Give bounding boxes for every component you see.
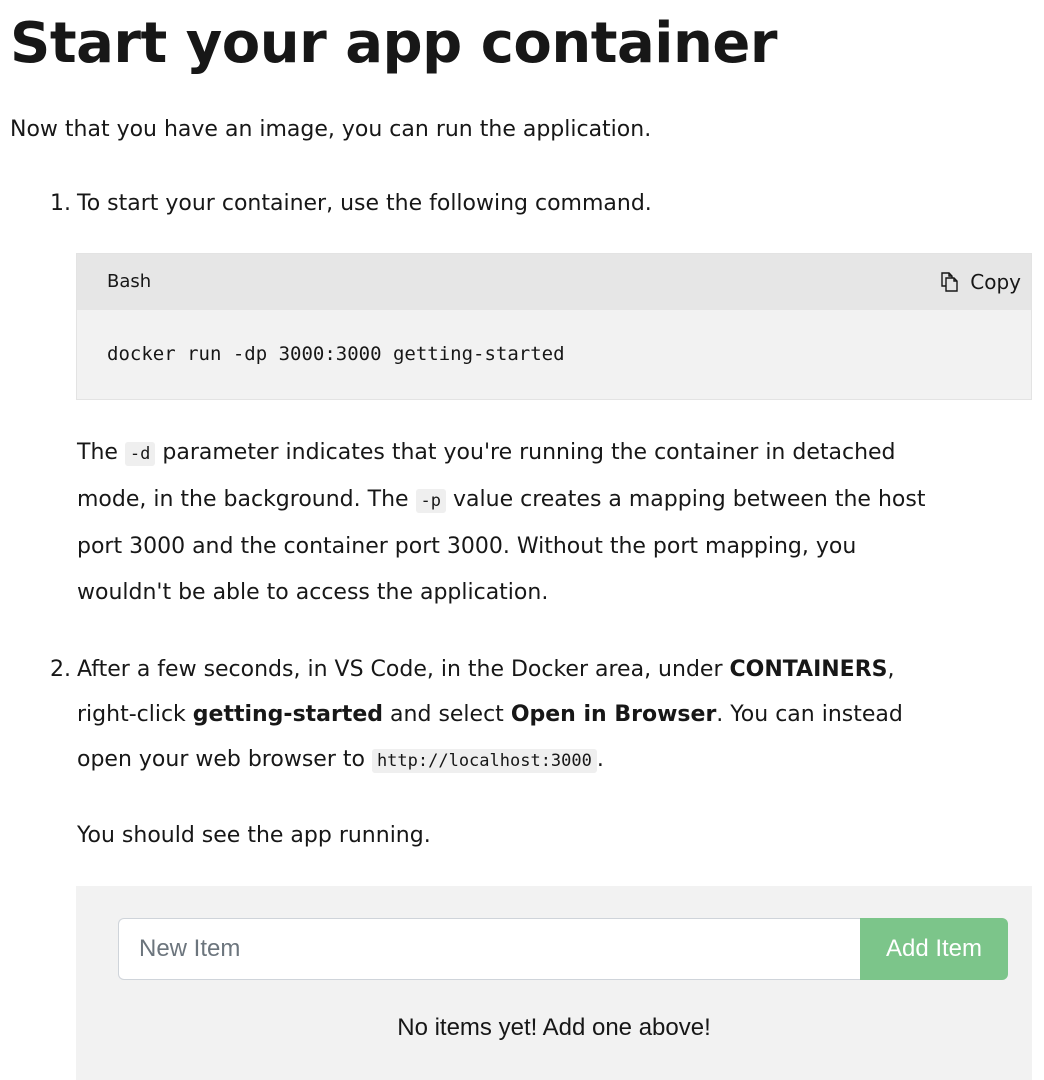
step-2-text-part: and select: [383, 702, 511, 727]
step-1-text: To start your container, use the followi…: [77, 191, 652, 216]
step-2-text-part: ,: [887, 657, 895, 682]
empty-items-message: No items yet! Add one above!: [397, 1014, 711, 1041]
copy-button[interactable]: Copy: [940, 268, 1021, 296]
explanation-line-3: port 3000 and the container port 3000. W…: [77, 534, 857, 559]
copy-label: Copy: [970, 270, 1021, 294]
explanation-line-4: wouldn't be able to access the applicati…: [77, 580, 549, 605]
localhost-url: http://localhost:3000: [371, 749, 597, 773]
explanation-line-2: mode, in the background. The -p value cr…: [77, 477, 1037, 524]
step-2-text-part: .: [596, 747, 604, 772]
page-title: Start your app container: [10, 11, 777, 76]
open-in-browser-label: Open in Browser: [510, 702, 717, 727]
containers-label: CONTAINERS: [729, 657, 888, 682]
new-item-input[interactable]: [118, 918, 860, 980]
step-2-text-part: open your web browser to: [77, 747, 372, 772]
explanation-text: mode, in the background. The: [77, 487, 416, 512]
explanation-line-1: The -d parameter indicates that you're r…: [77, 430, 1037, 477]
inline-code-p: -p: [415, 489, 447, 513]
explanation-text: The: [77, 440, 125, 465]
step-2-line-1: After a few seconds, in VS Code, in the …: [77, 647, 1037, 692]
code-content: docker run -dp 3000:3000 getting-started: [107, 343, 565, 365]
step-2-text-part: After a few seconds, in VS Code, in the …: [77, 657, 730, 682]
code-block-header: Bash Copy: [77, 254, 1031, 310]
step-1-explanation: The -d parameter indicates that you're r…: [77, 430, 1037, 616]
step-2-number: 2.: [50, 657, 71, 682]
code-block: Bash Copy docker run -dp 3000:3000 getti…: [76, 253, 1032, 400]
step-2-text-part: right-click: [77, 702, 193, 727]
step-2-text: After a few seconds, in VS Code, in the …: [77, 647, 1037, 784]
explanation-text: parameter indicates that you're running …: [155, 440, 896, 465]
step-2-line-3: open your web browser to http://localhos…: [77, 737, 1037, 784]
code-language-label: Bash: [107, 271, 152, 292]
app-preview: Add Item No items yet! Add one above!: [76, 886, 1032, 1080]
explanation-text: value creates a mapping between the host: [446, 487, 926, 512]
step-2-line-2: right-click getting-started and select O…: [77, 692, 1037, 737]
inline-code-d: -d: [124, 442, 156, 466]
add-item-button[interactable]: Add Item: [860, 918, 1008, 980]
step-1-number: 1.: [50, 191, 71, 216]
copy-icon: [940, 271, 960, 293]
getting-started-label: getting-started: [192, 702, 384, 727]
step-2-result: You should see the app running.: [77, 823, 431, 848]
intro-paragraph: Now that you have an image, you can run …: [10, 117, 652, 142]
step-2-text-part: . You can instead: [716, 702, 903, 727]
add-item-form: Add Item: [118, 918, 1008, 980]
